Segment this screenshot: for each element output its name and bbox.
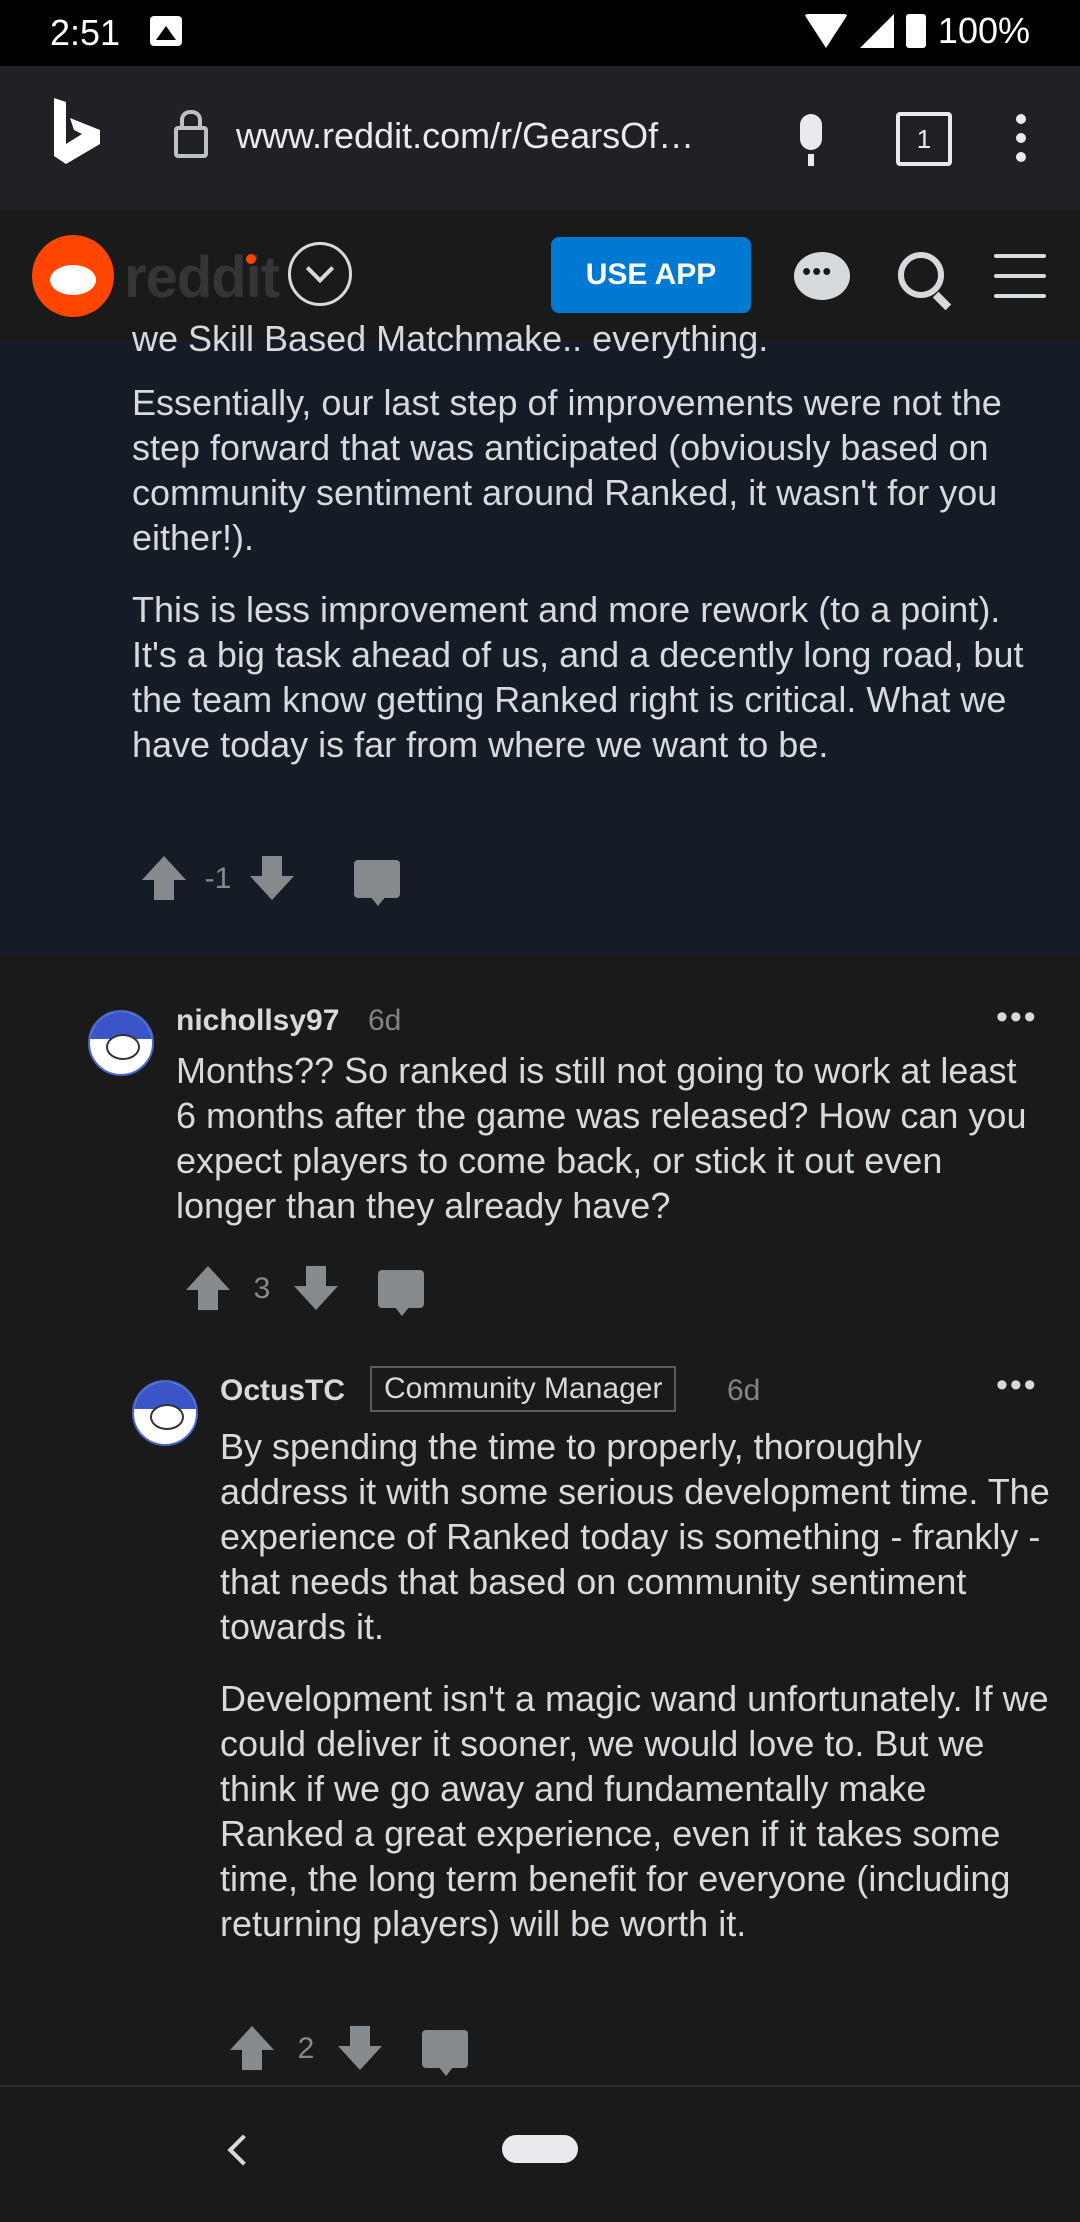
comment-paragraph: By spending the time to properly, thorou… <box>220 1426 1050 1647</box>
vote-score: 2 <box>297 2032 315 2065</box>
comment-body: Months?? So ranked is still not going to… <box>176 1048 1046 1255</box>
comment-paragraph: This is less improvement and more rework… <box>132 589 1024 765</box>
back-icon[interactable] <box>227 2134 259 2166</box>
search-icon[interactable] <box>898 252 944 298</box>
upvote-icon[interactable] <box>186 1266 230 1312</box>
reply-comment-icon[interactable] <box>378 1270 424 1316</box>
community-dropdown-chevron-icon[interactable] <box>288 242 352 306</box>
comment-paragraph: Essentially, our last step of improvemen… <box>132 382 1002 558</box>
comment-body: Essentially, our last step of improvemen… <box>132 380 1042 794</box>
upvote-icon[interactable] <box>142 856 186 902</box>
comment-username[interactable]: nichollsy97 <box>176 1004 339 1038</box>
vote-score: -1 <box>204 862 232 895</box>
comment-actions: 3 <box>186 1266 424 1316</box>
comment-text-cut-line: we Skill Based Matchmake.. everything. <box>132 318 769 359</box>
parent-comment: we Skill Based Matchmake.. everything. E… <box>0 318 1080 955</box>
battery-percent: 100% <box>937 10 1030 51</box>
comment-age: 6d <box>727 1374 761 1407</box>
comment-actions: 2 <box>230 2026 468 2076</box>
bing-logo-icon[interactable] <box>52 96 104 166</box>
use-app-button[interactable]: USE APP <box>551 237 751 313</box>
downvote-icon[interactable] <box>338 2026 382 2072</box>
reply-comment-icon[interactable] <box>354 860 400 906</box>
home-pill-handle[interactable] <box>502 2135 578 2163</box>
hamburger-menu-icon[interactable] <box>994 254 1046 314</box>
notification-dot <box>246 254 256 264</box>
system-navigation-bar <box>0 2085 1080 2222</box>
comment-paragraph: Months?? So ranked is still not going to… <box>176 1050 1027 1226</box>
microphone-icon[interactable] <box>800 114 822 166</box>
reddit-wordmark[interactable]: reddit <box>124 244 280 311</box>
battery-icon <box>905 14 926 48</box>
url-text[interactable]: www.reddit.com/r/GearsOf… <box>236 115 694 157</box>
comment-username[interactable]: OctusTC <box>220 1374 345 1408</box>
user-flair-badge: Community Manager <box>370 1366 677 1412</box>
browser-toolbar: www.reddit.com/r/GearsOf… 1 <box>0 66 1080 210</box>
status-icons: 100% <box>803 10 1030 52</box>
image-notification-icon <box>150 16 182 46</box>
address-bar[interactable]: www.reddit.com/r/GearsOf… <box>174 106 754 166</box>
wifi-icon <box>803 14 848 48</box>
cell-signal-icon <box>859 14 894 48</box>
more-options-icon[interactable]: ••• <box>996 1366 1038 1405</box>
comment-age: 6d <box>368 1004 402 1037</box>
tab-switcher-button[interactable]: 1 <box>896 112 952 166</box>
downvote-icon[interactable] <box>294 1266 338 1312</box>
more-options-icon[interactable]: ••• <box>996 998 1038 1037</box>
vote-score: 3 <box>253 1272 271 1305</box>
downvote-icon[interactable] <box>250 856 294 902</box>
status-bar: 2:51 100% <box>0 0 1080 66</box>
status-time: 2:51 <box>50 12 121 53</box>
avatar[interactable] <box>132 1380 198 1446</box>
reddit-snoo-logo-icon[interactable] <box>32 235 114 317</box>
comment-paragraph: Development isn't a magic wand unfortuna… <box>220 1678 1049 1944</box>
chat-icon[interactable] <box>794 252 850 300</box>
reply-comment-icon[interactable] <box>422 2030 468 2076</box>
comment-actions: -1 <box>142 856 400 906</box>
lock-icon <box>174 110 208 158</box>
upvote-icon[interactable] <box>230 2026 274 2072</box>
comment-body: By spending the time to properly, thorou… <box>220 1424 1050 1973</box>
browser-menu-icon[interactable] <box>1016 114 1026 171</box>
avatar[interactable] <box>88 1010 154 1076</box>
